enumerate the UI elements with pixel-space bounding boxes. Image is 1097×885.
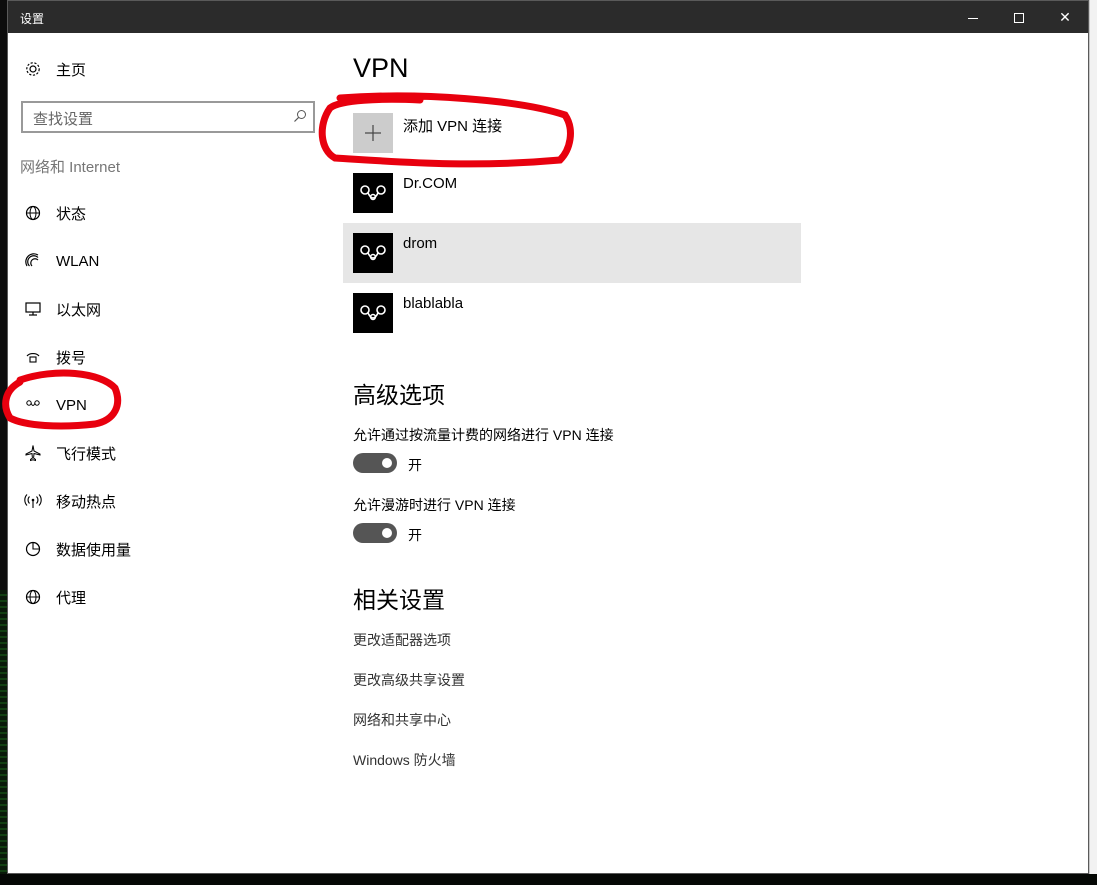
vpn-connection-name: Dr.COM <box>403 175 458 192</box>
toggle-knob <box>382 458 392 468</box>
maximize-icon <box>1014 13 1024 24</box>
sidebar-item-hotspot[interactable]: 移动热点 <box>24 489 116 513</box>
minimize-button[interactable] <box>950 1 996 33</box>
background-window-edge <box>1089 0 1097 885</box>
vpn-connection-name: blablabla <box>403 295 464 312</box>
roaming-vpn-label: 允许漫游时进行 VPN 连接 <box>353 497 516 513</box>
sidebar-item-vpn[interactable]: VPN <box>24 393 87 417</box>
airplane-icon <box>24 444 42 462</box>
adapter-options-link[interactable]: 更改适配器选项 <box>353 630 451 650</box>
advanced-sharing-link[interactable]: 更改高级共享设置 <box>353 670 465 690</box>
window-title: 设置 <box>20 12 45 26</box>
home-label: 主页 <box>56 61 87 79</box>
vpn-connection-item[interactable]: drom <box>343 223 801 283</box>
toggle-knob <box>382 528 392 538</box>
roaming-vpn-toggle[interactable] <box>353 523 397 543</box>
sidebar-item-label: 拨号 <box>56 349 87 367</box>
ethernet-icon <box>24 300 42 318</box>
search-box[interactable]: 查找设置 <box>21 101 315 133</box>
sidebar-item-label: 数据使用量 <box>56 541 132 559</box>
sidebar-item-label: 飞行模式 <box>56 445 117 463</box>
close-icon: ✕ <box>1059 9 1071 25</box>
vpn-connection-icon <box>353 173 393 213</box>
metered-vpn-toggle[interactable] <box>353 453 397 473</box>
proxy-globe-icon <box>24 588 42 606</box>
sidebar-item-dialup[interactable]: 拨号 <box>24 345 86 369</box>
desktop-terminal-text <box>0 874 1097 885</box>
dialup-icon <box>24 348 42 366</box>
home-link[interactable]: 主页 <box>24 57 86 81</box>
vpn-icon <box>24 396 42 414</box>
add-vpn-label: 添加 VPN 连接 <box>403 118 503 135</box>
sidebar-item-label: 代理 <box>56 589 87 607</box>
vpn-connection-item[interactable]: blablabla <box>343 283 801 343</box>
sidebar-item-label: 移动热点 <box>56 493 117 511</box>
wifi-icon <box>24 252 42 270</box>
sidebar-item-label: WLAN <box>56 252 100 270</box>
search-icon <box>293 109 307 128</box>
network-sharing-center-link[interactable]: 网络和共享中心 <box>353 710 451 730</box>
maximize-button[interactable] <box>996 1 1042 33</box>
related-settings-heading: 相关设置 <box>353 587 445 613</box>
hotspot-icon <box>24 492 42 510</box>
vpn-connection-icon <box>353 293 393 333</box>
globe-status-icon <box>24 204 42 222</box>
sidebar-item-proxy[interactable]: 代理 <box>24 585 86 609</box>
gear-icon <box>24 60 42 78</box>
add-vpn-button[interactable]: 添加 VPN 连接 <box>343 103 801 163</box>
section-title: 网络和 Internet <box>20 159 121 176</box>
vpn-connection-icon <box>353 233 393 273</box>
close-button[interactable]: ✕ <box>1042 1 1088 33</box>
sidebar-item-wlan[interactable]: WLAN <box>24 249 99 273</box>
settings-window: 设置 ✕ 主页 查找设置 网络和 Internet 状态 WLAN 以太网 拨号… <box>7 0 1089 874</box>
vpn-connection-item[interactable]: Dr.COM <box>343 163 801 223</box>
metered-vpn-label: 允许通过按流量计费的网络进行 VPN 连接 <box>353 427 614 443</box>
page-title: VPN <box>353 53 409 83</box>
advanced-options-heading: 高级选项 <box>353 382 445 408</box>
title-bar[interactable]: 设置 ✕ <box>8 1 1088 33</box>
metered-vpn-state: 开 <box>408 457 422 473</box>
vpn-connection-name: drom <box>403 235 438 252</box>
sidebar-item-ethernet[interactable]: 以太网 <box>24 297 101 321</box>
sidebar-item-airplane[interactable]: 飞行模式 <box>24 441 116 465</box>
sidebar-item-label: VPN <box>56 396 87 414</box>
data-usage-icon <box>24 540 42 558</box>
plus-icon <box>353 113 393 153</box>
search-placeholder: 查找设置 <box>33 111 94 128</box>
sidebar-item-data-usage[interactable]: 数据使用量 <box>24 537 131 561</box>
minimize-icon <box>968 17 978 19</box>
roaming-vpn-state: 开 <box>408 527 422 543</box>
sidebar-item-label: 状态 <box>56 205 87 223</box>
desktop-terminal-strip <box>0 590 7 875</box>
sidebar-item-status[interactable]: 状态 <box>24 201 86 225</box>
sidebar-item-label: 以太网 <box>56 301 102 319</box>
windows-firewall-link[interactable]: Windows 防火墙 <box>353 750 456 770</box>
